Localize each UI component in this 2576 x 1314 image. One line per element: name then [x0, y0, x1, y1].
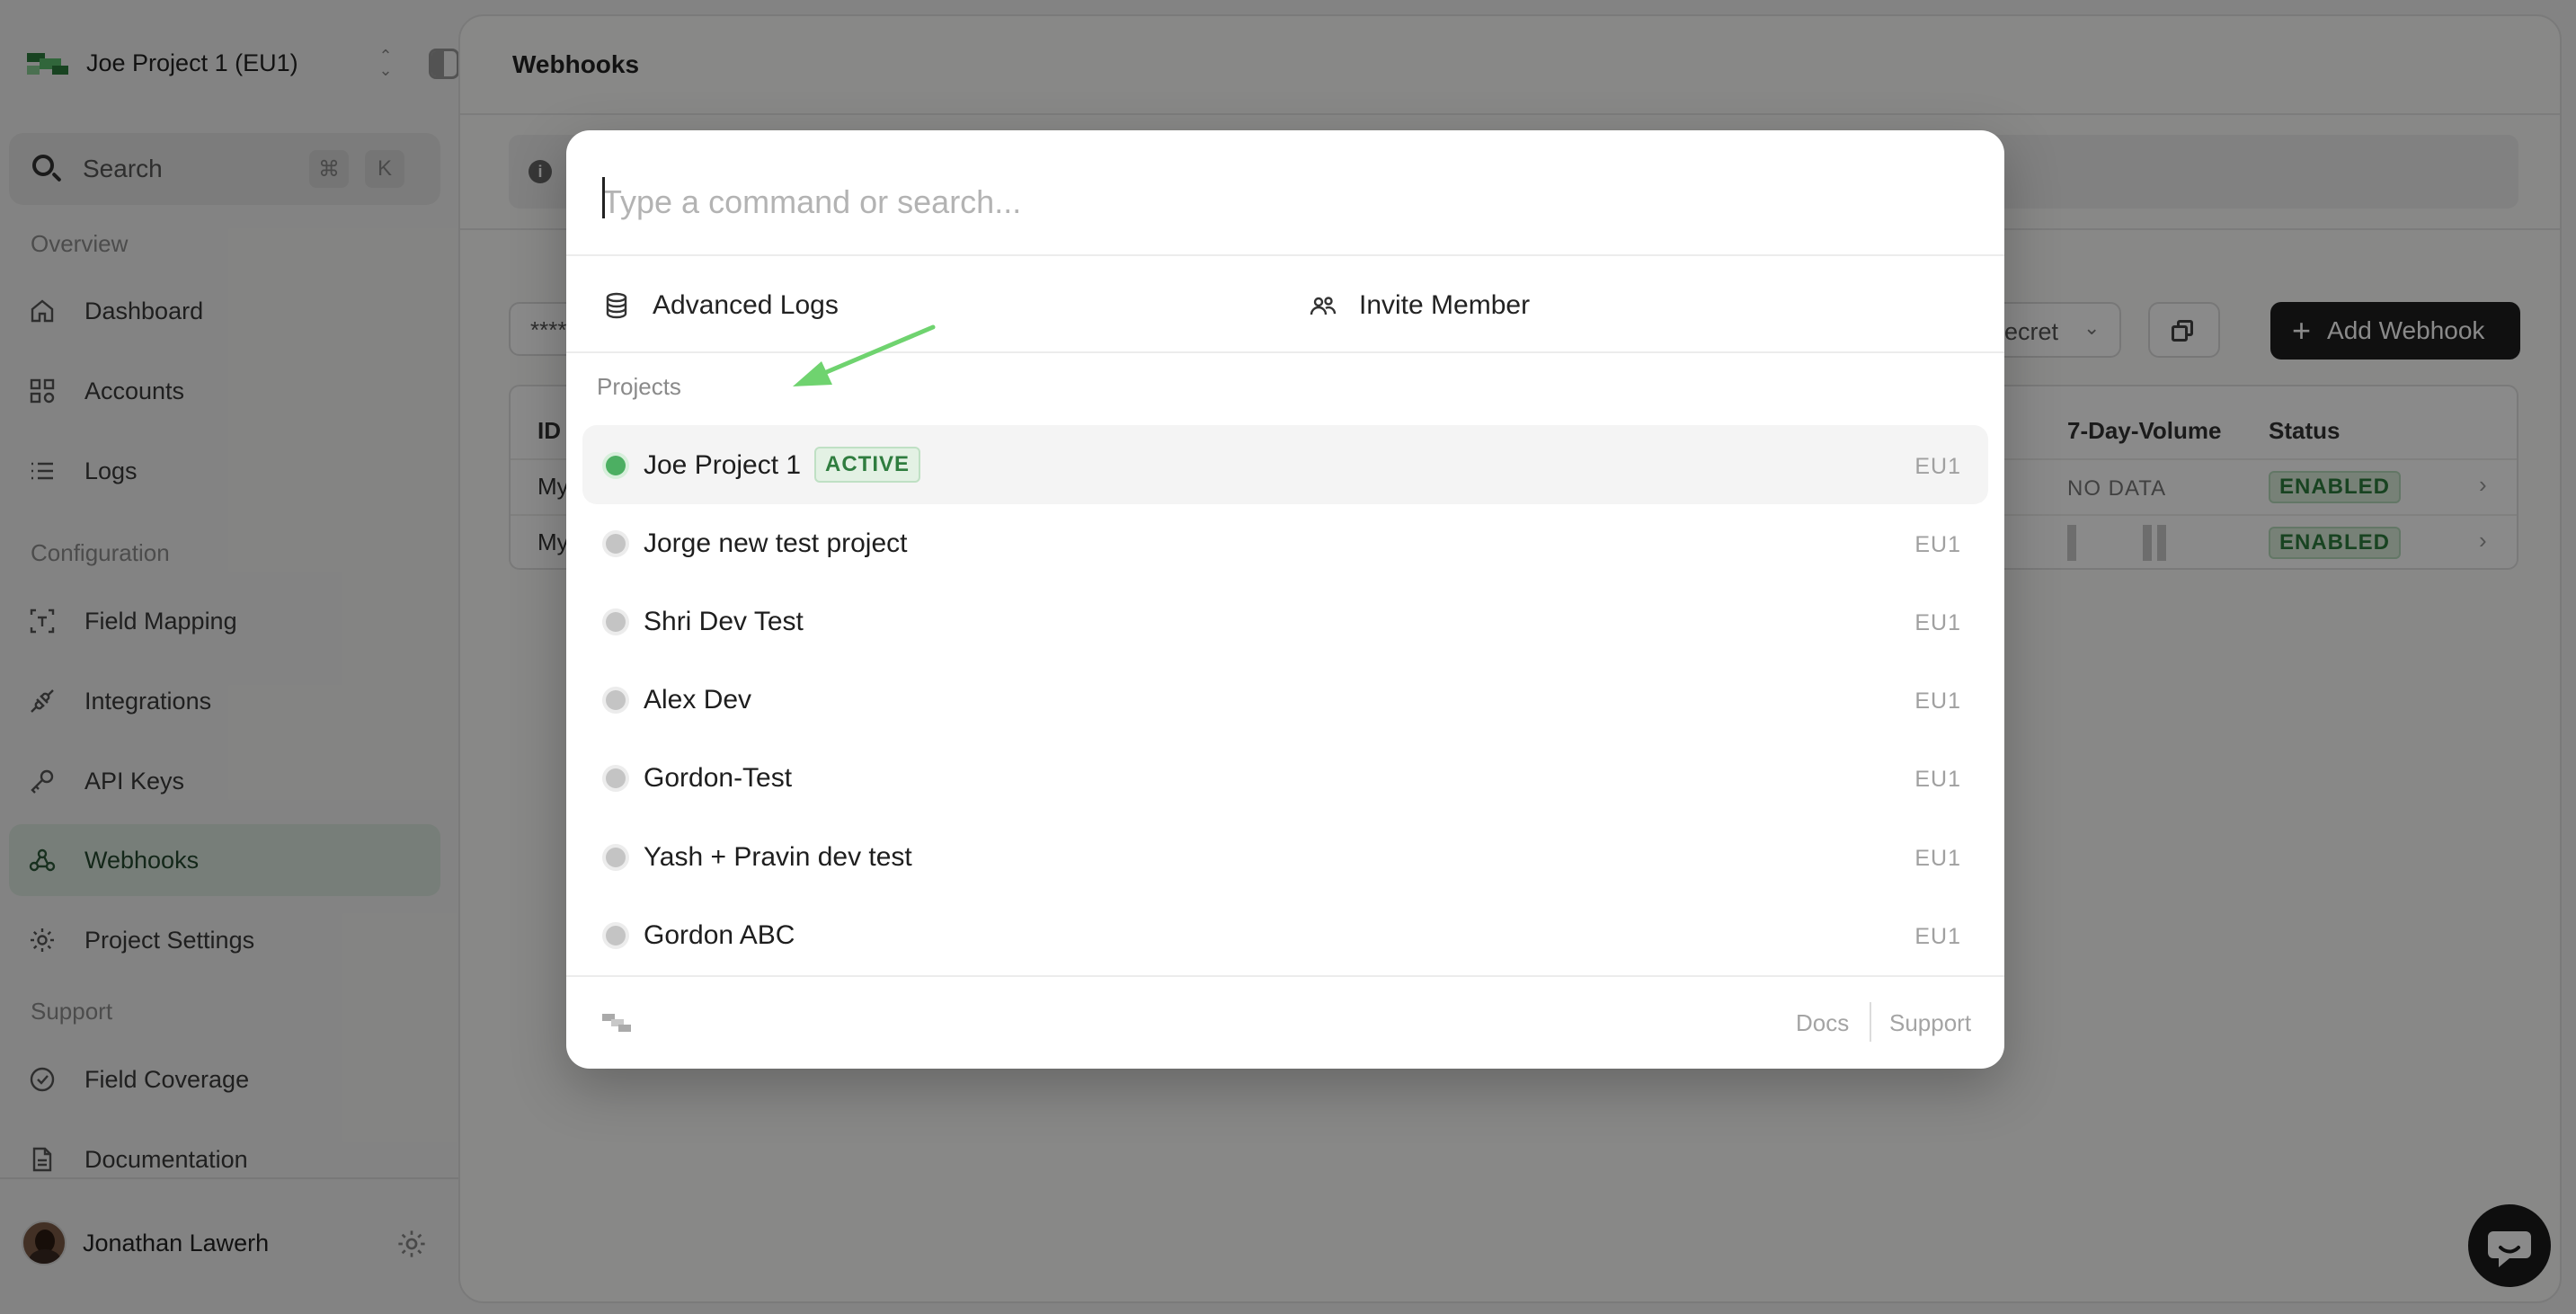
action-label: Advanced Logs [653, 290, 839, 320]
status-dot-icon [606, 612, 626, 632]
project-item-yash-pravin-dev-test[interactable]: Yash + Pravin dev test EU1 [582, 817, 1988, 896]
group-label-projects: Projects [597, 373, 681, 400]
brand-logo-icon [602, 1014, 631, 1034]
project-region: EU1 [1914, 924, 1961, 949]
status-dot-icon [606, 690, 626, 710]
users-icon [1310, 297, 1337, 315]
project-name: Joe Project 1 [644, 450, 802, 480]
status-dot-icon [606, 926, 626, 946]
divider [566, 254, 2004, 256]
project-region: EU1 [1914, 846, 1961, 871]
project-name: Yash + Pravin dev test [644, 842, 912, 872]
project-region: EU1 [1914, 688, 1961, 714]
status-dot-icon [606, 456, 626, 475]
active-badge: ACTIVE [814, 447, 921, 483]
project-name: Gordon-Test [644, 763, 793, 793]
docs-link[interactable]: Docs [1796, 1009, 1849, 1037]
project-name: Jorge new test project [644, 528, 908, 558]
project-item-gordon-test[interactable]: Gordon-Test EU1 [582, 738, 1988, 817]
action-invite-member[interactable]: Invite Member [1309, 279, 1530, 333]
divider [566, 975, 2004, 977]
project-item-shri-dev-test[interactable]: Shri Dev Test EU1 [582, 582, 1988, 661]
project-region: EU1 [1914, 767, 1961, 792]
status-dot-icon [606, 848, 626, 867]
database-icon [606, 292, 627, 319]
project-region: EU1 [1914, 532, 1961, 557]
project-name: Alex Dev [644, 685, 752, 715]
project-item-joe-project-1[interactable]: Joe Project 1 ACTIVE EU1 [582, 425, 1988, 504]
project-item-alex-dev[interactable]: Alex Dev EU1 [582, 660, 1988, 739]
text-caret [602, 177, 605, 218]
support-link[interactable]: Support [1889, 1009, 1971, 1037]
project-region: EU1 [1914, 610, 1961, 635]
action-advanced-logs[interactable]: Advanced Logs [602, 279, 839, 333]
command-search-input[interactable] [602, 168, 1950, 236]
project-item-gordon-abc[interactable]: Gordon ABC EU1 [582, 895, 1988, 974]
divider [566, 351, 2004, 353]
project-name: Shri Dev Test [644, 607, 804, 636]
project-item-jorge-new-test-project[interactable]: Jorge new test project EU1 [582, 503, 1988, 582]
command-palette: Advanced Logs Invite Member Projects Joe… [566, 130, 2004, 1069]
status-dot-icon [606, 534, 626, 554]
footer-divider [1870, 1002, 1871, 1042]
action-label: Invite Member [1359, 290, 1531, 320]
project-region: EU1 [1914, 454, 1961, 479]
status-dot-icon [606, 768, 626, 788]
project-name: Gordon ABC [644, 920, 795, 950]
